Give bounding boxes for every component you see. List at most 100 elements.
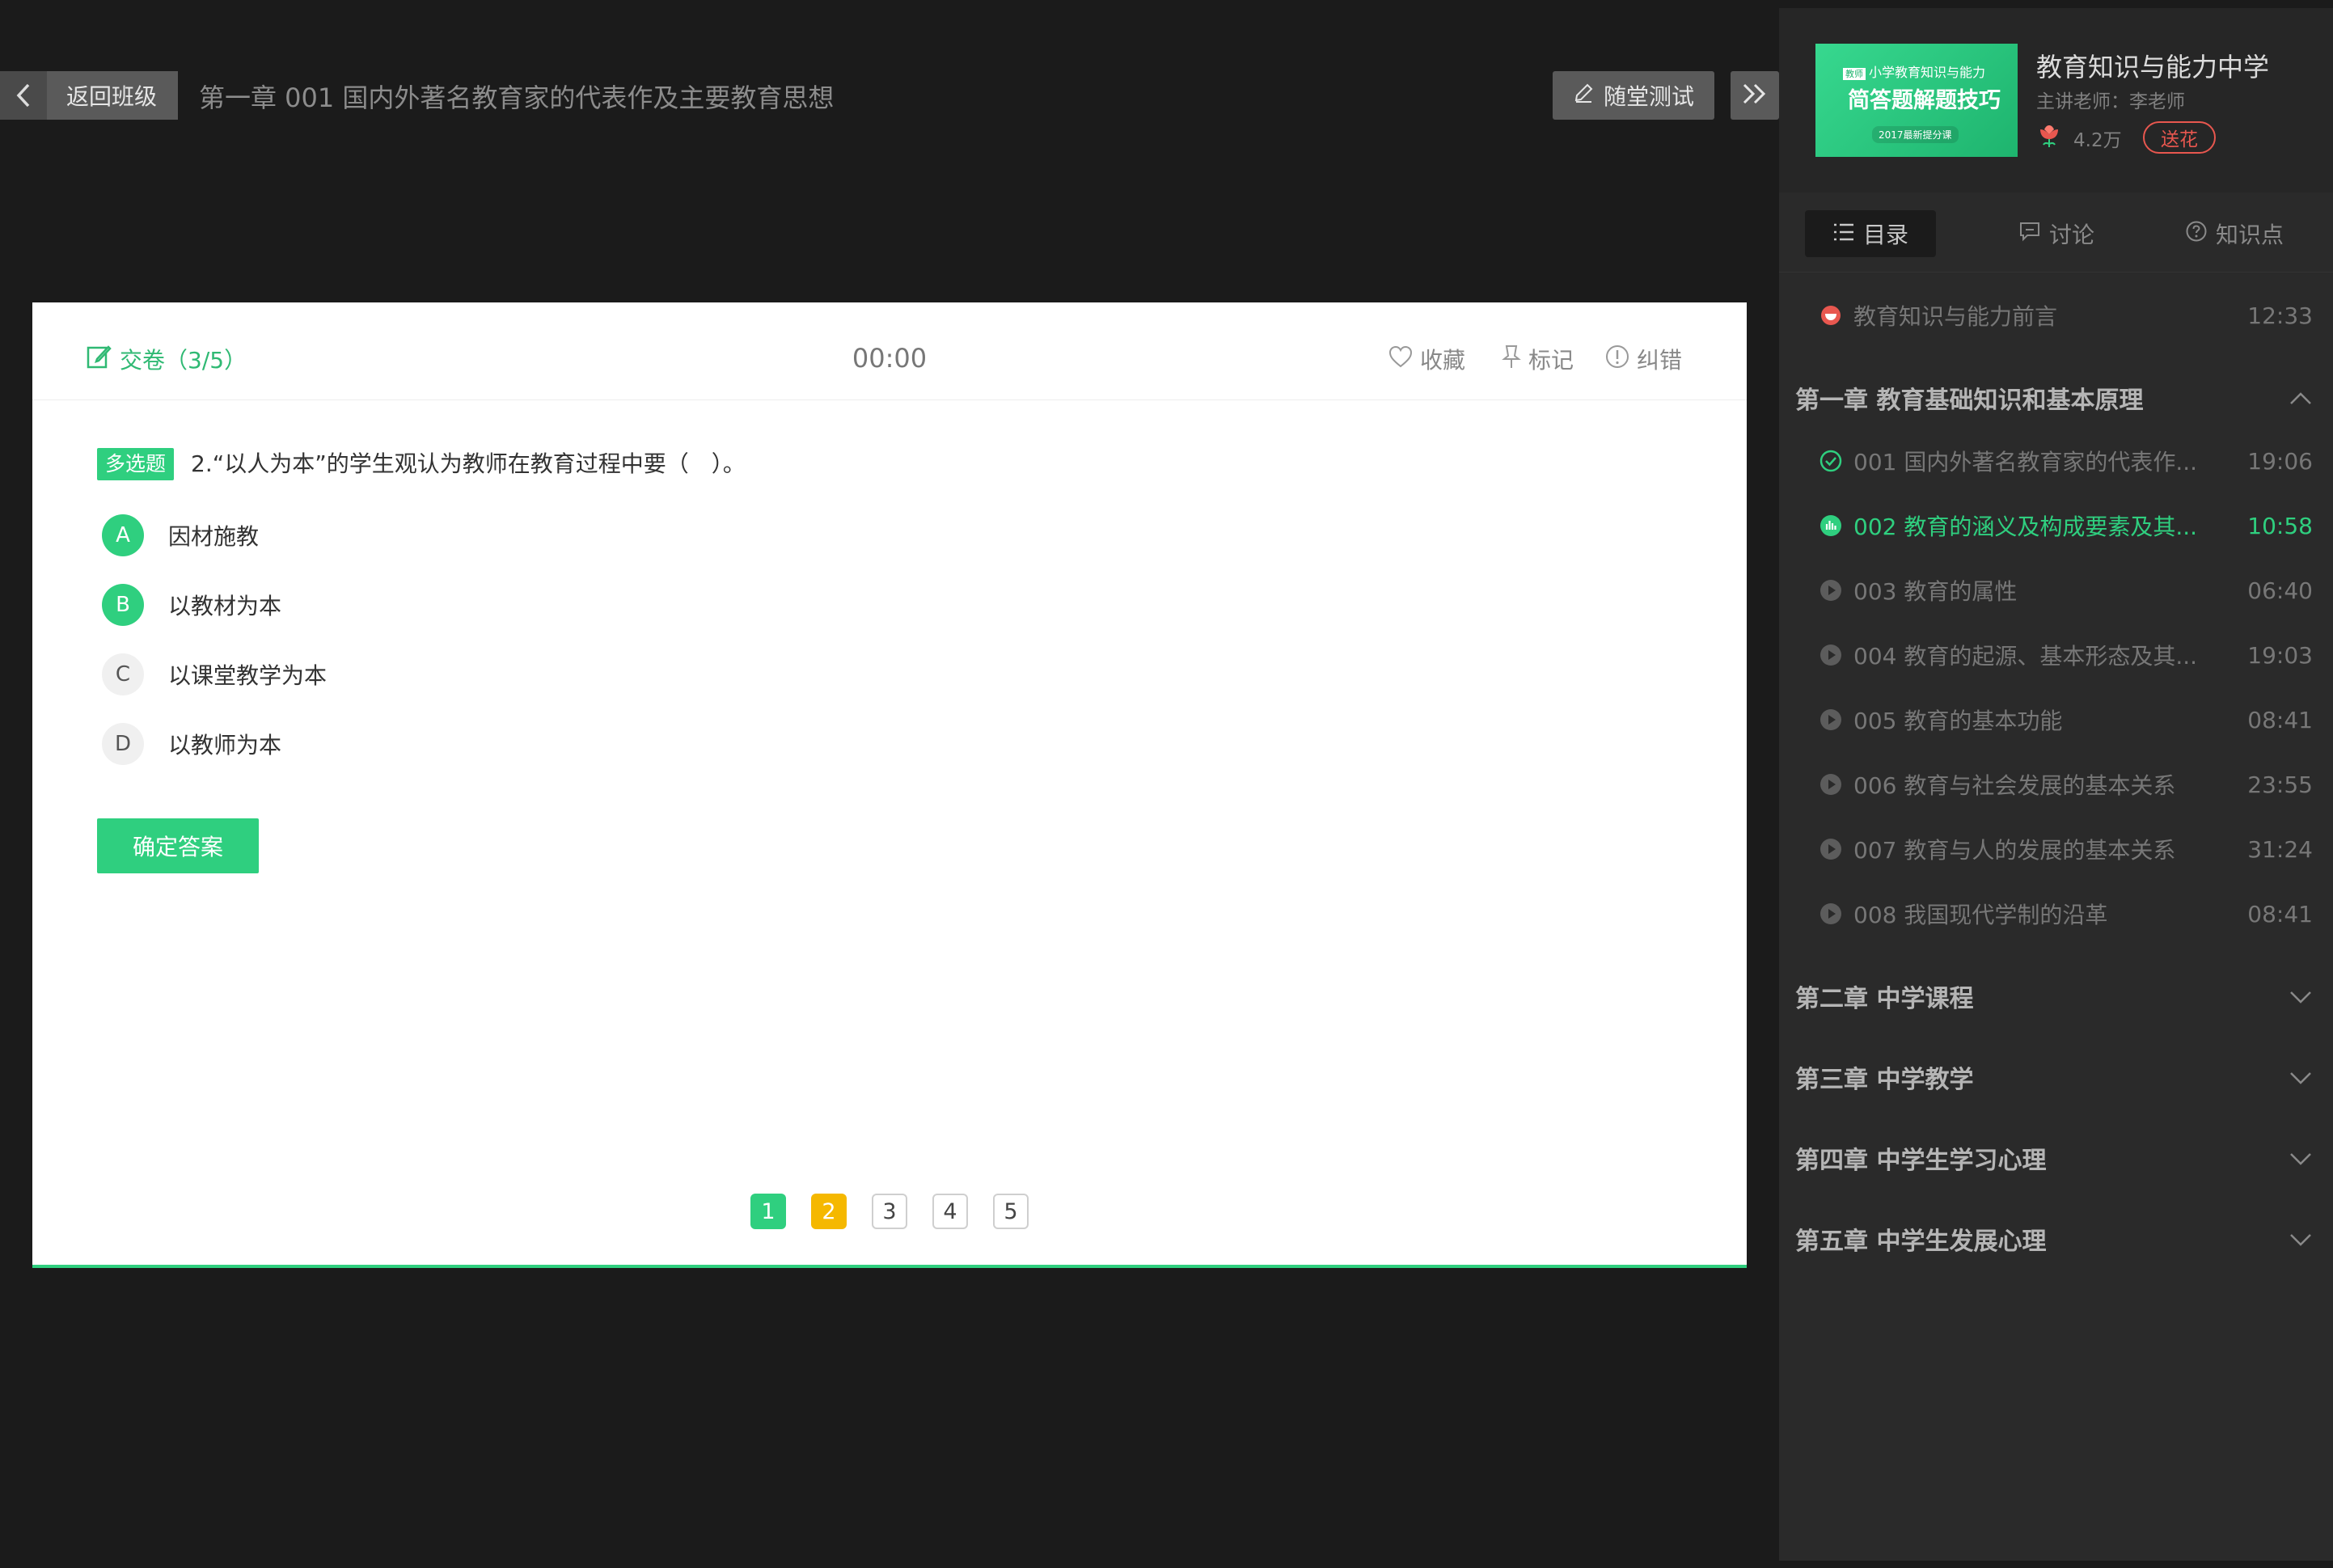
mark-label: 标记: [1528, 347, 1574, 374]
question-type-badge: 多选题: [97, 448, 175, 480]
chapter-3-title: 第三章 中学教学: [1795, 1066, 1974, 1094]
chapter-3-header[interactable]: 第三章 中学教学: [1795, 1059, 2313, 1095]
chevron-down-icon: [2289, 1225, 2313, 1253]
tab-knowledge-points-label: 知识点: [2215, 222, 2284, 248]
play-circle-icon: [1819, 902, 1842, 925]
chapter-1-header[interactable]: 第一章 教育基础知识和基本原理: [1795, 380, 2313, 416]
chevron-down-icon: [2289, 1144, 2313, 1173]
question-text: 2.“以人为本”的学生观认为教师在教育过程中要（ ）。: [191, 450, 746, 477]
option-b[interactable]: B 以教材为本: [102, 584, 281, 626]
tab-divider: [1779, 272, 2333, 273]
lesson-intro-duration: 12:33: [2247, 302, 2313, 329]
tab-discuss[interactable]: 讨论: [1988, 210, 2125, 257]
back-to-class-button[interactable]: 返回班级: [0, 71, 178, 120]
option-a-text: 因材施教: [168, 523, 260, 550]
chevron-down-icon: [2289, 1063, 2313, 1092]
page-button-1[interactable]: 1: [750, 1194, 786, 1229]
chevron-up-icon: [2289, 384, 2313, 412]
lesson-001-title: 001 国内外著名教育家的代表作...: [1853, 449, 2198, 475]
option-a-letter: A: [102, 514, 144, 556]
lesson-006-title: 006 教育与社会发展的基本关系: [1853, 772, 2176, 799]
play-circle-icon: [1819, 644, 1842, 666]
thumb-line1: 小学教育知识与能力: [1869, 65, 1986, 80]
flower-icon: [2036, 123, 2062, 152]
play-circle-icon: [1819, 773, 1842, 796]
chapter-1-title: 第一章 教育基础知识和基本原理: [1795, 387, 2144, 415]
lesson-005[interactable]: 005 教育的基本功能 08:41: [1819, 704, 2313, 736]
tab-toc-label: 目录: [1862, 222, 1908, 248]
lesson-006[interactable]: 006 教育与社会发展的基本关系 23:55: [1819, 768, 2313, 801]
alert-circle-icon: [1604, 344, 1630, 375]
lesson-intro[interactable]: 教育知识与能力前言 12:33: [1819, 299, 2313, 332]
check-circle-icon: [1819, 450, 1842, 472]
teacher-name: 主讲老师：李老师: [2036, 91, 2185, 112]
pencil-icon: [1573, 82, 1594, 109]
double-chevron-right-icon: [1741, 82, 1769, 108]
chevron-down-icon: [2289, 983, 2313, 1011]
lesson-006-duration: 23:55: [2247, 771, 2313, 798]
favorite-button[interactable]: 收藏: [1388, 343, 1465, 375]
report-error-label: 纠错: [1637, 347, 1683, 374]
lesson-005-duration: 08:41: [2247, 706, 2313, 733]
play-circle-icon: [1819, 579, 1842, 602]
option-c-letter: C: [102, 653, 144, 695]
lesson-004[interactable]: 004 教育的起源、基本形态及其... 19:03: [1819, 639, 2313, 671]
confirm-answer-button[interactable]: 确定答案: [97, 818, 259, 873]
page-title: 第一章 001 国内外著名教育家的代表作及主要教育思想: [199, 82, 835, 113]
lesson-intro-title: 教育知识与能力前言: [1853, 303, 2058, 330]
playing-icon: [1819, 514, 1842, 537]
tab-toc[interactable]: 目录: [1805, 210, 1936, 257]
option-d[interactable]: D 以教师为本: [102, 723, 281, 765]
lesson-008-title: 008 我国现代学制的沿革: [1853, 902, 2108, 928]
page-button-5[interactable]: 5: [993, 1194, 1029, 1229]
tab-knowledge-points[interactable]: 知识点: [2158, 210, 2311, 257]
lesson-008[interactable]: 008 我国现代学制的沿革 08:41: [1819, 898, 2313, 930]
lesson-007-title: 007 教育与人的发展的基本关系: [1853, 837, 2176, 864]
question-circle-icon: [2185, 220, 2208, 248]
lesson-003[interactable]: 003 教育的属性 06:40: [1819, 574, 2313, 606]
play-circle-icon: [1819, 708, 1842, 731]
quiz-header: 交卷（3/5） 00:00 收藏 标记 纠错: [32, 302, 1747, 400]
thumb-line2: 简答题解题技巧: [1848, 88, 2001, 113]
lesson-001[interactable]: 001 国内外著名教育家的代表作... 19:06: [1819, 445, 2313, 477]
lesson-007-duration: 31:24: [2247, 835, 2313, 863]
lesson-004-duration: 19:03: [2247, 641, 2313, 669]
chapter-4-header[interactable]: 第四章 中学生学习心理: [1795, 1140, 2313, 1176]
mark-button[interactable]: 标记: [1501, 343, 1574, 375]
lesson-008-duration: 08:41: [2247, 900, 2313, 928]
chapter-5-header[interactable]: 第五章 中学生发展心理: [1795, 1221, 2313, 1257]
page-button-4[interactable]: 4: [932, 1194, 968, 1229]
option-d-letter: D: [102, 723, 144, 765]
report-error-button[interactable]: 纠错: [1604, 343, 1682, 375]
video-icon: [1819, 304, 1842, 327]
option-d-text: 以教师为本: [168, 732, 282, 759]
expand-sidebar-button[interactable]: [1731, 71, 1779, 120]
lesson-003-duration: 06:40: [2247, 577, 2313, 604]
lesson-003-title: 003 教育的属性: [1853, 578, 2018, 605]
heart-icon: [1388, 344, 1414, 374]
lesson-002[interactable]: 002 教育的涵义及构成要素及其... 10:58: [1819, 509, 2313, 542]
chapter-2-title: 第二章 中学课程: [1795, 985, 1974, 1013]
lesson-001-duration: 19:06: [2247, 447, 2313, 475]
lesson-007[interactable]: 007 教育与人的发展的基本关系 31:24: [1819, 833, 2313, 865]
chat-icon: [2018, 220, 2041, 248]
option-c-text: 以课堂教学为本: [168, 662, 328, 689]
thumb-tag: 教师: [1843, 68, 1866, 80]
send-flower-button[interactable]: 送花: [2143, 121, 2216, 154]
course-title: 教育知识与能力中学: [2036, 52, 2270, 82]
quiz-card: 交卷（3/5） 00:00 收藏 标记 纠错 多选题 2.“以人为本”的学生观认…: [32, 302, 1747, 1268]
course-sidebar: 教师 小学教育知识与能力 简答题解题技巧 2017最新提分课 教育知识与能力中学 …: [1779, 8, 2333, 1561]
page-button-3[interactable]: 3: [872, 1194, 907, 1229]
course-header: 教师 小学教育知识与能力 简答题解题技巧 2017最新提分课 教育知识与能力中学 …: [1779, 8, 2333, 192]
flower-count: 4.2万: [2073, 130, 2122, 151]
page-button-2[interactable]: 2: [811, 1194, 847, 1229]
course-thumbnail[interactable]: 教师 小学教育知识与能力 简答题解题技巧 2017最新提分课: [1815, 44, 2018, 157]
favorite-label: 收藏: [1420, 347, 1466, 374]
option-c[interactable]: C 以课堂教学为本: [102, 653, 327, 695]
option-a[interactable]: A 因材施教: [102, 514, 259, 556]
timer: 00:00: [852, 343, 928, 374]
chapter-2-header[interactable]: 第二章 中学课程: [1795, 978, 2313, 1014]
quiz-test-button[interactable]: 随堂测试: [1553, 71, 1714, 120]
chevron-left-icon: [0, 71, 47, 120]
chapter-4-title: 第四章 中学生学习心理: [1795, 1147, 2047, 1175]
